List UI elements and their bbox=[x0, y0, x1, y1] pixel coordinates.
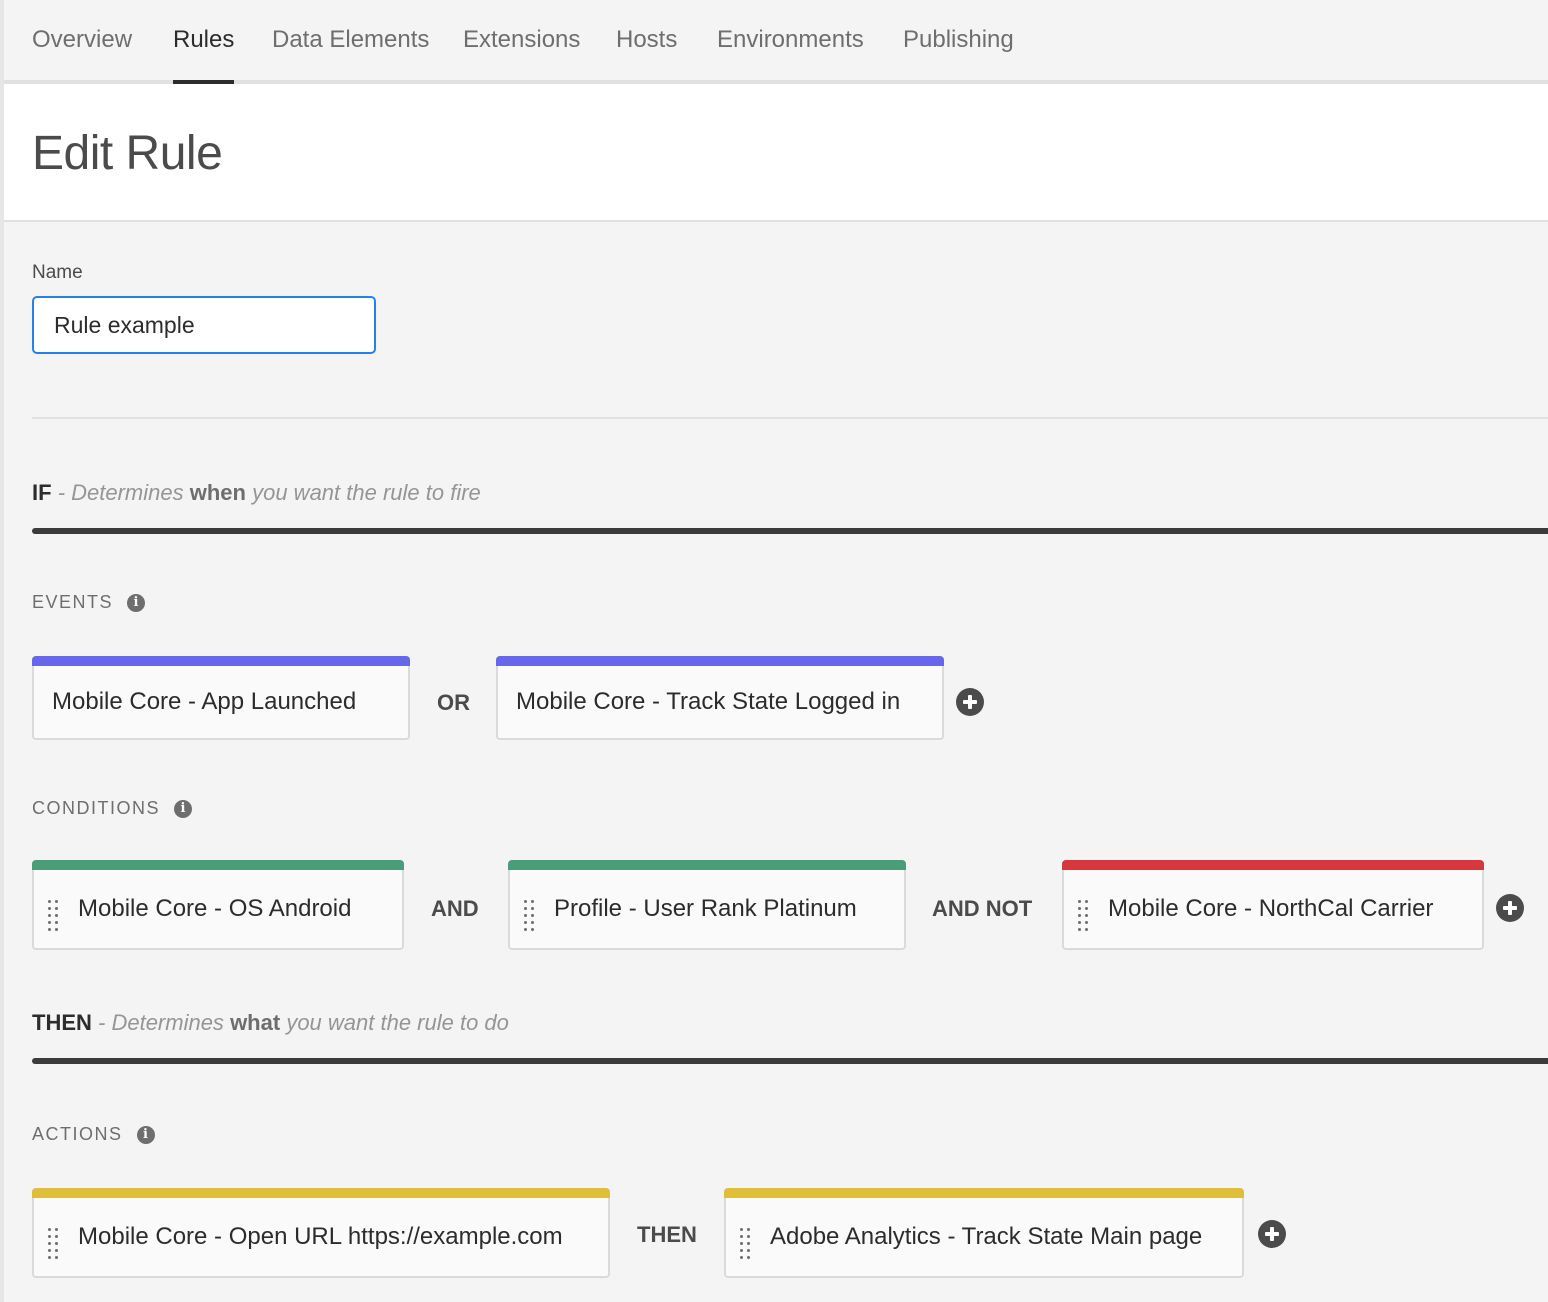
drag-handle-icon[interactable] bbox=[1078, 900, 1088, 932]
condition-color-bar bbox=[508, 860, 906, 870]
action-card[interactable]: Adobe Analytics - Track State Main page bbox=[724, 1188, 1244, 1278]
add-condition-icon[interactable] bbox=[1496, 894, 1524, 922]
events-label-text: EVENTS bbox=[32, 592, 114, 612]
condition-color-bar bbox=[32, 860, 404, 870]
condition-card[interactable]: Profile - User Rank Platinum bbox=[508, 860, 906, 950]
conditions-label: CONDITIONS i bbox=[32, 798, 193, 819]
event-card[interactable]: Mobile Core - App Launched bbox=[32, 656, 410, 740]
if-desc-pre: - Determines bbox=[57, 480, 184, 505]
action-card[interactable]: Mobile Core - Open URL https://example.c… bbox=[32, 1188, 610, 1278]
page-header: Edit Rule bbox=[4, 84, 1548, 222]
drag-handle-icon[interactable] bbox=[48, 900, 58, 932]
if-rule bbox=[32, 528, 1548, 534]
then-desc-strong: what bbox=[230, 1010, 281, 1035]
or-operator: OR bbox=[437, 690, 470, 715]
if-keyword: IF bbox=[32, 480, 52, 505]
then-rule bbox=[32, 1058, 1548, 1064]
info-icon[interactable]: i bbox=[174, 800, 193, 818]
and-operator: AND bbox=[431, 896, 479, 921]
condition-card-label: Mobile Core - NorthCal Carrier bbox=[1108, 895, 1434, 922]
tab-rules[interactable]: Rules bbox=[173, 0, 235, 84]
event-card-label: Mobile Core - Track State Logged in bbox=[516, 688, 901, 715]
condition-card-label: Mobile Core - OS Android bbox=[78, 895, 352, 922]
drag-handle-icon[interactable] bbox=[740, 1228, 750, 1260]
event-card[interactable]: Mobile Core - Track State Logged in bbox=[496, 656, 944, 740]
top-nav: Overview Rules Data Elements Extensions … bbox=[4, 0, 1548, 84]
tab-environments[interactable]: Environments bbox=[717, 0, 864, 80]
actions-label: ACTIONS i bbox=[32, 1124, 155, 1145]
name-label: Name bbox=[32, 262, 83, 283]
info-icon[interactable]: i bbox=[136, 1126, 155, 1144]
then-desc-post: you want the rule to do bbox=[286, 1010, 509, 1035]
conditions-label-text: CONDITIONS bbox=[32, 798, 161, 818]
if-desc-post: you want the rule to fire bbox=[252, 480, 481, 505]
add-event-icon[interactable] bbox=[956, 688, 984, 716]
divider bbox=[32, 417, 1548, 419]
if-heading: IF - Determines when you want the rule t… bbox=[32, 480, 481, 506]
if-desc-strong: when bbox=[189, 480, 246, 505]
drag-handle-icon[interactable] bbox=[524, 900, 534, 932]
tab-data-elements[interactable]: Data Elements bbox=[272, 0, 429, 80]
tab-publishing[interactable]: Publishing bbox=[903, 0, 1014, 80]
tab-overview[interactable]: Overview bbox=[32, 0, 132, 80]
name-input[interactable] bbox=[32, 296, 376, 354]
drag-handle-icon[interactable] bbox=[48, 1228, 58, 1260]
events-label: EVENTS i bbox=[32, 592, 146, 613]
actions-label-text: ACTIONS bbox=[32, 1124, 123, 1144]
then-heading: THEN - Determines what you want the rule… bbox=[32, 1010, 509, 1036]
then-desc-pre: - Determines bbox=[98, 1010, 224, 1035]
then-operator: THEN bbox=[637, 1222, 697, 1247]
then-keyword: THEN bbox=[32, 1010, 92, 1035]
action-card-label: Mobile Core - Open URL https://example.c… bbox=[78, 1223, 563, 1250]
event-color-bar bbox=[32, 656, 410, 666]
condition-card[interactable]: Mobile Core - OS Android bbox=[32, 860, 404, 950]
event-card-label: Mobile Core - App Launched bbox=[52, 688, 357, 715]
action-color-bar bbox=[32, 1188, 610, 1198]
condition-color-bar bbox=[1062, 860, 1484, 870]
page-title: Edit Rule bbox=[32, 127, 223, 180]
tab-extensions[interactable]: Extensions bbox=[463, 0, 580, 80]
action-card-label: Adobe Analytics - Track State Main page bbox=[770, 1223, 1203, 1250]
add-action-icon[interactable] bbox=[1258, 1220, 1286, 1248]
and-not-operator: AND NOT bbox=[932, 896, 1033, 921]
condition-card-label: Profile - User Rank Platinum bbox=[554, 895, 857, 922]
action-color-bar bbox=[724, 1188, 1244, 1198]
condition-card[interactable]: Mobile Core - NorthCal Carrier bbox=[1062, 860, 1484, 950]
tab-hosts[interactable]: Hosts bbox=[616, 0, 677, 80]
event-color-bar bbox=[496, 656, 944, 666]
info-icon[interactable]: i bbox=[127, 594, 146, 612]
